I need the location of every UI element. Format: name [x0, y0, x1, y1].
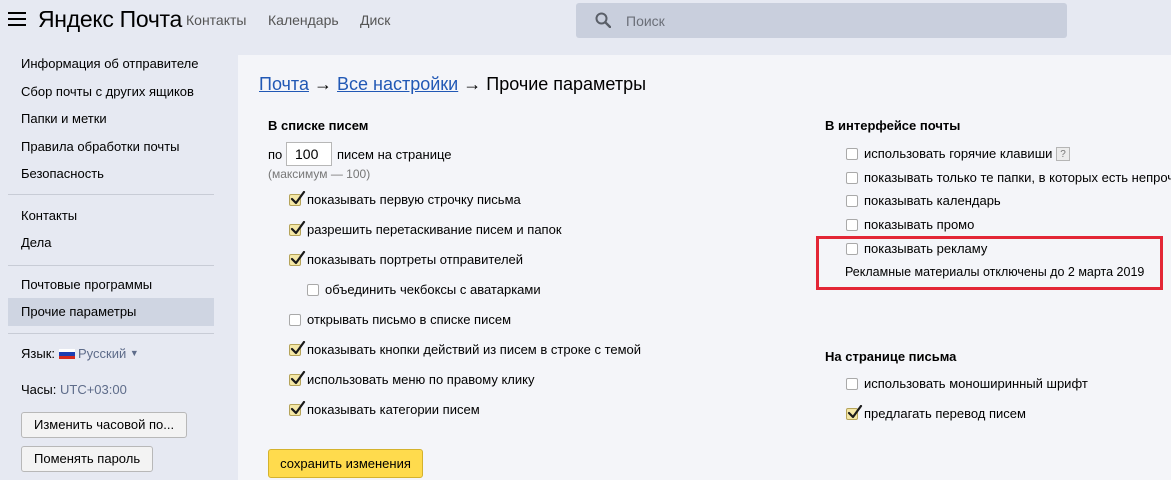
checkmark-icon [290, 221, 306, 235]
sidebar-item-mail-collection[interactable]: Сбор почты с других ящиков [21, 84, 194, 99]
checkbox-sender-portraits[interactable] [289, 251, 306, 266]
header: Яндекс Почта Контакты Календарь Диск [0, 0, 1171, 44]
checkbox-hotkeys[interactable] [846, 148, 858, 160]
sidebar-item-contacts[interactable]: Контакты [21, 208, 77, 223]
language-select[interactable]: Русский [78, 346, 126, 361]
breadcrumb: Почта → Все настройки → Прочие параметры [259, 74, 646, 95]
checkmark-icon [290, 401, 306, 415]
option-right-click-menu-label: использовать меню по правому клику [307, 372, 535, 387]
checkbox-monospace[interactable] [846, 378, 858, 390]
checkbox-unread-folders[interactable] [846, 172, 858, 184]
section-title-letter-page: На странице письма [825, 349, 957, 364]
per-page-suffix: писем на странице [337, 147, 452, 162]
checkbox-open-in-list[interactable] [289, 314, 301, 326]
page-title: Прочие параметры [486, 74, 647, 94]
checkbox-calendar[interactable] [846, 195, 858, 207]
option-hotkeys-label: использовать горячие клавиши [864, 146, 1053, 161]
breadcrumb-settings-link[interactable]: Все настройки [337, 74, 458, 94]
clock-value[interactable]: UTC+03:00 [60, 382, 127, 397]
change-password-button[interactable]: Поменять пароль [21, 446, 154, 472]
checkmark-icon [290, 191, 306, 205]
nav-calendar[interactable]: Календарь [268, 12, 339, 28]
option-open-in-list-label: открывать письмо в списке писем [307, 312, 512, 327]
checkbox-drag-drop[interactable] [289, 221, 306, 236]
checkbox-promo[interactable] [846, 219, 858, 231]
option-drag-drop-label: разрешить перетаскивание писем и папок [307, 222, 562, 237]
search-input[interactable] [626, 3, 1056, 38]
per-page-prefix: по [268, 147, 283, 162]
sidebar-item-tasks[interactable]: Дела [21, 235, 51, 250]
nav-disk[interactable]: Диск [360, 12, 390, 28]
nav-contacts[interactable]: Контакты [186, 12, 246, 28]
checkbox-right-click-menu[interactable] [289, 371, 306, 386]
search-icon [595, 12, 611, 28]
option-monospace-label: использовать моноширинный шрифт [864, 376, 1088, 391]
option-unread-folders-label: показывать только те папки, в которых ес… [864, 170, 1171, 185]
highlight-box [816, 236, 1163, 290]
section-title-interface: В интерфейсе почты [825, 118, 961, 133]
checkmark-icon [290, 251, 306, 265]
change-timezone-button[interactable]: Изменить часовой по... [21, 412, 188, 438]
checkmark-icon [290, 371, 306, 385]
breadcrumb-mail-link[interactable]: Почта [259, 74, 309, 94]
option-promo-label: показывать промо [864, 217, 975, 232]
option-mail-categories-label: показывать категории писем [307, 402, 480, 417]
chevron-down-icon[interactable]: ▼ [130, 348, 139, 358]
checkbox-action-buttons[interactable] [289, 341, 306, 356]
checkbox-translate[interactable] [846, 405, 863, 420]
search-bar[interactable] [576, 3, 1067, 38]
menu-icon[interactable] [8, 12, 26, 28]
checkmark-icon [290, 341, 306, 355]
logo[interactable]: Яндекс Почта [38, 6, 182, 33]
clock-row: Часы: UTC+03:00 [21, 382, 127, 397]
sidebar-item-mail-clients[interactable]: Почтовые программы [21, 277, 152, 292]
option-calendar-label: показывать календарь [864, 193, 1001, 208]
checkbox-merge-avatars[interactable] [307, 284, 319, 296]
language-label: Язык: [21, 346, 55, 361]
help-icon[interactable]: ? [1056, 147, 1070, 161]
section-title-list: В списке писем [268, 118, 369, 133]
sidebar-divider [8, 333, 214, 334]
option-merge-avatars-label: объединить чекбоксы с аватарками [325, 282, 541, 297]
checkmark-icon [847, 405, 863, 419]
language-row: Язык: Русский ▼ [21, 346, 139, 361]
per-page-max-note: (максимум — 100) [268, 167, 371, 181]
breadcrumb-arrow: → [314, 74, 332, 94]
checkbox-mail-categories[interactable] [289, 401, 306, 416]
sidebar-divider [8, 194, 214, 195]
sidebar-item-security[interactable]: Безопасность [21, 166, 104, 181]
sidebar-item-other-params[interactable]: Прочие параметры [21, 304, 136, 319]
sidebar-divider [8, 265, 214, 266]
sidebar-item-folders-labels[interactable]: Папки и метки [21, 111, 107, 126]
sidebar-item-mail-rules[interactable]: Правила обработки почты [21, 139, 180, 154]
clock-label: Часы: [21, 382, 57, 397]
breadcrumb-arrow: → [463, 74, 482, 94]
russia-flag-icon [59, 349, 75, 359]
sidebar-item-sender-info[interactable]: Информация об отправителе [21, 56, 198, 71]
option-translate-label: предлагать перевод писем [864, 406, 1026, 421]
option-action-buttons-label: показывать кнопки действий из писем в ст… [307, 342, 642, 357]
checkbox-first-line[interactable] [289, 191, 306, 206]
option-first-line-label: показывать первую строчку письма [307, 192, 521, 207]
per-page-input[interactable] [286, 142, 332, 166]
save-button[interactable]: сохранить изменения [268, 449, 423, 478]
option-sender-portraits-label: показывать портреты отправителей [307, 252, 524, 267]
